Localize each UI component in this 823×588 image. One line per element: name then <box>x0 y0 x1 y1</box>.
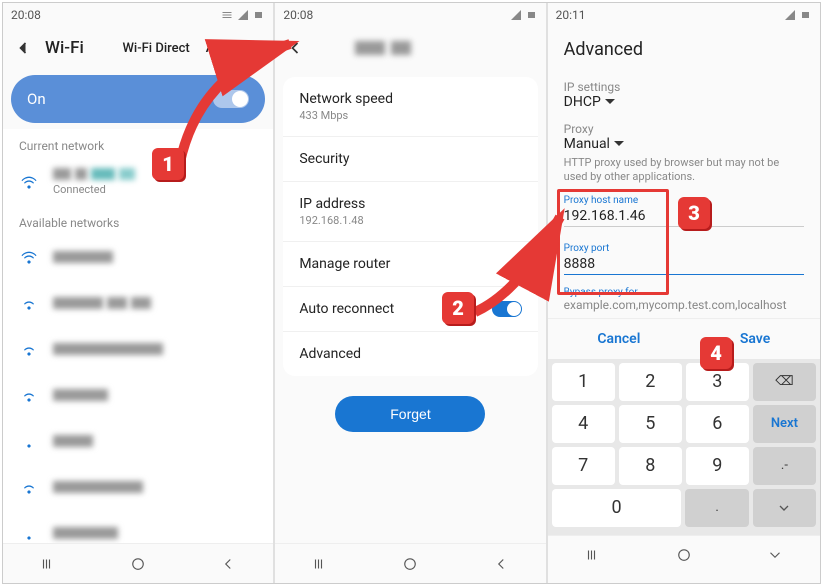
home-icon[interactable] <box>398 552 422 576</box>
network-row[interactable] <box>3 418 273 464</box>
clock: 20:11 <box>556 8 586 22</box>
network-speed-row[interactable]: Network speed 433 Mbps <box>283 77 537 137</box>
current-network-label: Current network <box>3 129 273 157</box>
numeric-keypad: 1 2 3 ⌫ 4 5 6 Next 7 8 9 .- 0 . <box>548 359 820 535</box>
network-row[interactable] <box>3 464 273 510</box>
auto-reconnect-toggle[interactable] <box>492 301 522 317</box>
recents-icon[interactable] <box>36 552 60 576</box>
keyboard-hide-icon[interactable] <box>763 543 787 567</box>
key-next[interactable]: Next <box>753 405 816 443</box>
status-bar: 20:11 <box>548 3 820 27</box>
key-dot[interactable]: . <box>685 489 748 527</box>
key-1[interactable]: 1 <box>552 363 615 401</box>
key-8[interactable]: 8 <box>619 447 682 485</box>
wifi-on-banner: On <box>11 75 265 123</box>
save-button[interactable]: Save <box>740 331 770 347</box>
cancel-button[interactable]: Cancel <box>597 331 640 347</box>
nav-bar <box>275 543 545 583</box>
phone-screen-2: 20:08 Network speed 433 Mbps Security IP… <box>275 3 547 583</box>
key-hide[interactable] <box>753 489 816 527</box>
key-6[interactable]: 6 <box>686 405 749 443</box>
ip-settings-section[interactable]: IP settings DHCP <box>548 72 820 114</box>
proxy-section[interactable]: Proxy Manual <box>548 114 820 156</box>
network-row[interactable] <box>3 280 273 326</box>
key-3[interactable]: 3 <box>686 363 749 401</box>
proxy-description: HTTP proxy used by browser but may not b… <box>548 156 820 185</box>
back-nav-icon[interactable] <box>489 552 513 576</box>
back-icon[interactable] <box>13 38 33 58</box>
status-bar: 20:08 <box>275 3 545 27</box>
network-row[interactable] <box>3 372 273 418</box>
forget-button[interactable]: Forget <box>335 396 485 432</box>
home-icon[interactable] <box>672 543 696 567</box>
clock: 20:08 <box>11 8 41 22</box>
bypass-proxy-field[interactable]: Bypass proxy for example.com,mycomp.test… <box>548 281 820 318</box>
status-bar: 20:08 <box>3 3 273 27</box>
nav-bar <box>3 543 273 583</box>
status-icons <box>784 9 812 21</box>
recents-icon[interactable] <box>581 543 605 567</box>
dropdown-icon <box>614 139 624 149</box>
advanced-row[interactable]: Advanced <box>283 332 537 376</box>
clock: 20:08 <box>283 8 313 22</box>
recents-icon[interactable] <box>308 552 332 576</box>
key-backspace[interactable]: ⌫ <box>753 363 816 401</box>
key-4[interactable]: 4 <box>552 405 615 443</box>
network-row[interactable] <box>3 234 273 280</box>
network-row[interactable] <box>3 510 273 543</box>
key-0[interactable]: 0 <box>552 489 682 527</box>
proxy-port-field[interactable]: Proxy port 8888 <box>556 237 812 277</box>
advanced-link[interactable]: Advanced <box>206 41 264 56</box>
network-details-card: Network speed 433 Mbps Security IP addre… <box>283 77 537 376</box>
key-5[interactable]: 5 <box>619 405 682 443</box>
network-row[interactable] <box>3 326 273 372</box>
action-bar: Cancel Save <box>548 318 820 359</box>
wifi-toggle[interactable] <box>213 90 249 108</box>
home-icon[interactable] <box>126 552 150 576</box>
proxy-host-field[interactable]: Proxy host name 192.168.1.46 <box>556 189 812 229</box>
key-9[interactable]: 9 <box>686 447 749 485</box>
key-2[interactable]: 2 <box>619 363 682 401</box>
available-networks-label: Available networks <box>3 206 273 234</box>
phone-screen-1: 20:08 Wi-Fi Wi-Fi Direct Advanced On Cur… <box>3 3 275 583</box>
auto-reconnect-row[interactable]: Auto reconnect <box>283 287 537 332</box>
manage-router-row[interactable]: Manage router <box>283 242 537 287</box>
security-row[interactable]: Security <box>283 137 537 182</box>
ip-address-row[interactable]: IP address 192.168.1.48 <box>283 182 537 242</box>
on-label: On <box>27 90 46 108</box>
nav-bar <box>548 535 820 575</box>
chevron-down-icon <box>776 500 792 516</box>
connected-status: Connected <box>53 183 257 196</box>
status-icons <box>510 9 538 21</box>
page-title: Wi-Fi <box>45 38 84 58</box>
wifi-icon <box>19 172 39 192</box>
status-icons <box>221 9 265 21</box>
current-network-row[interactable]: Connected <box>3 157 273 206</box>
header <box>275 27 545 69</box>
back-icon[interactable] <box>285 38 305 58</box>
wifi-direct-link[interactable]: Wi-Fi Direct <box>122 41 189 56</box>
phone-screen-3: 20:11 Advanced IP settings DHCP Proxy Ma… <box>548 3 820 583</box>
dropdown-icon <box>605 97 615 107</box>
header: Wi-Fi Wi-Fi Direct Advanced <box>3 27 273 69</box>
advanced-title: Advanced <box>548 27 820 72</box>
key-dot-dash[interactable]: .- <box>753 447 816 485</box>
back-nav-icon[interactable] <box>216 552 240 576</box>
key-7[interactable]: 7 <box>552 447 615 485</box>
